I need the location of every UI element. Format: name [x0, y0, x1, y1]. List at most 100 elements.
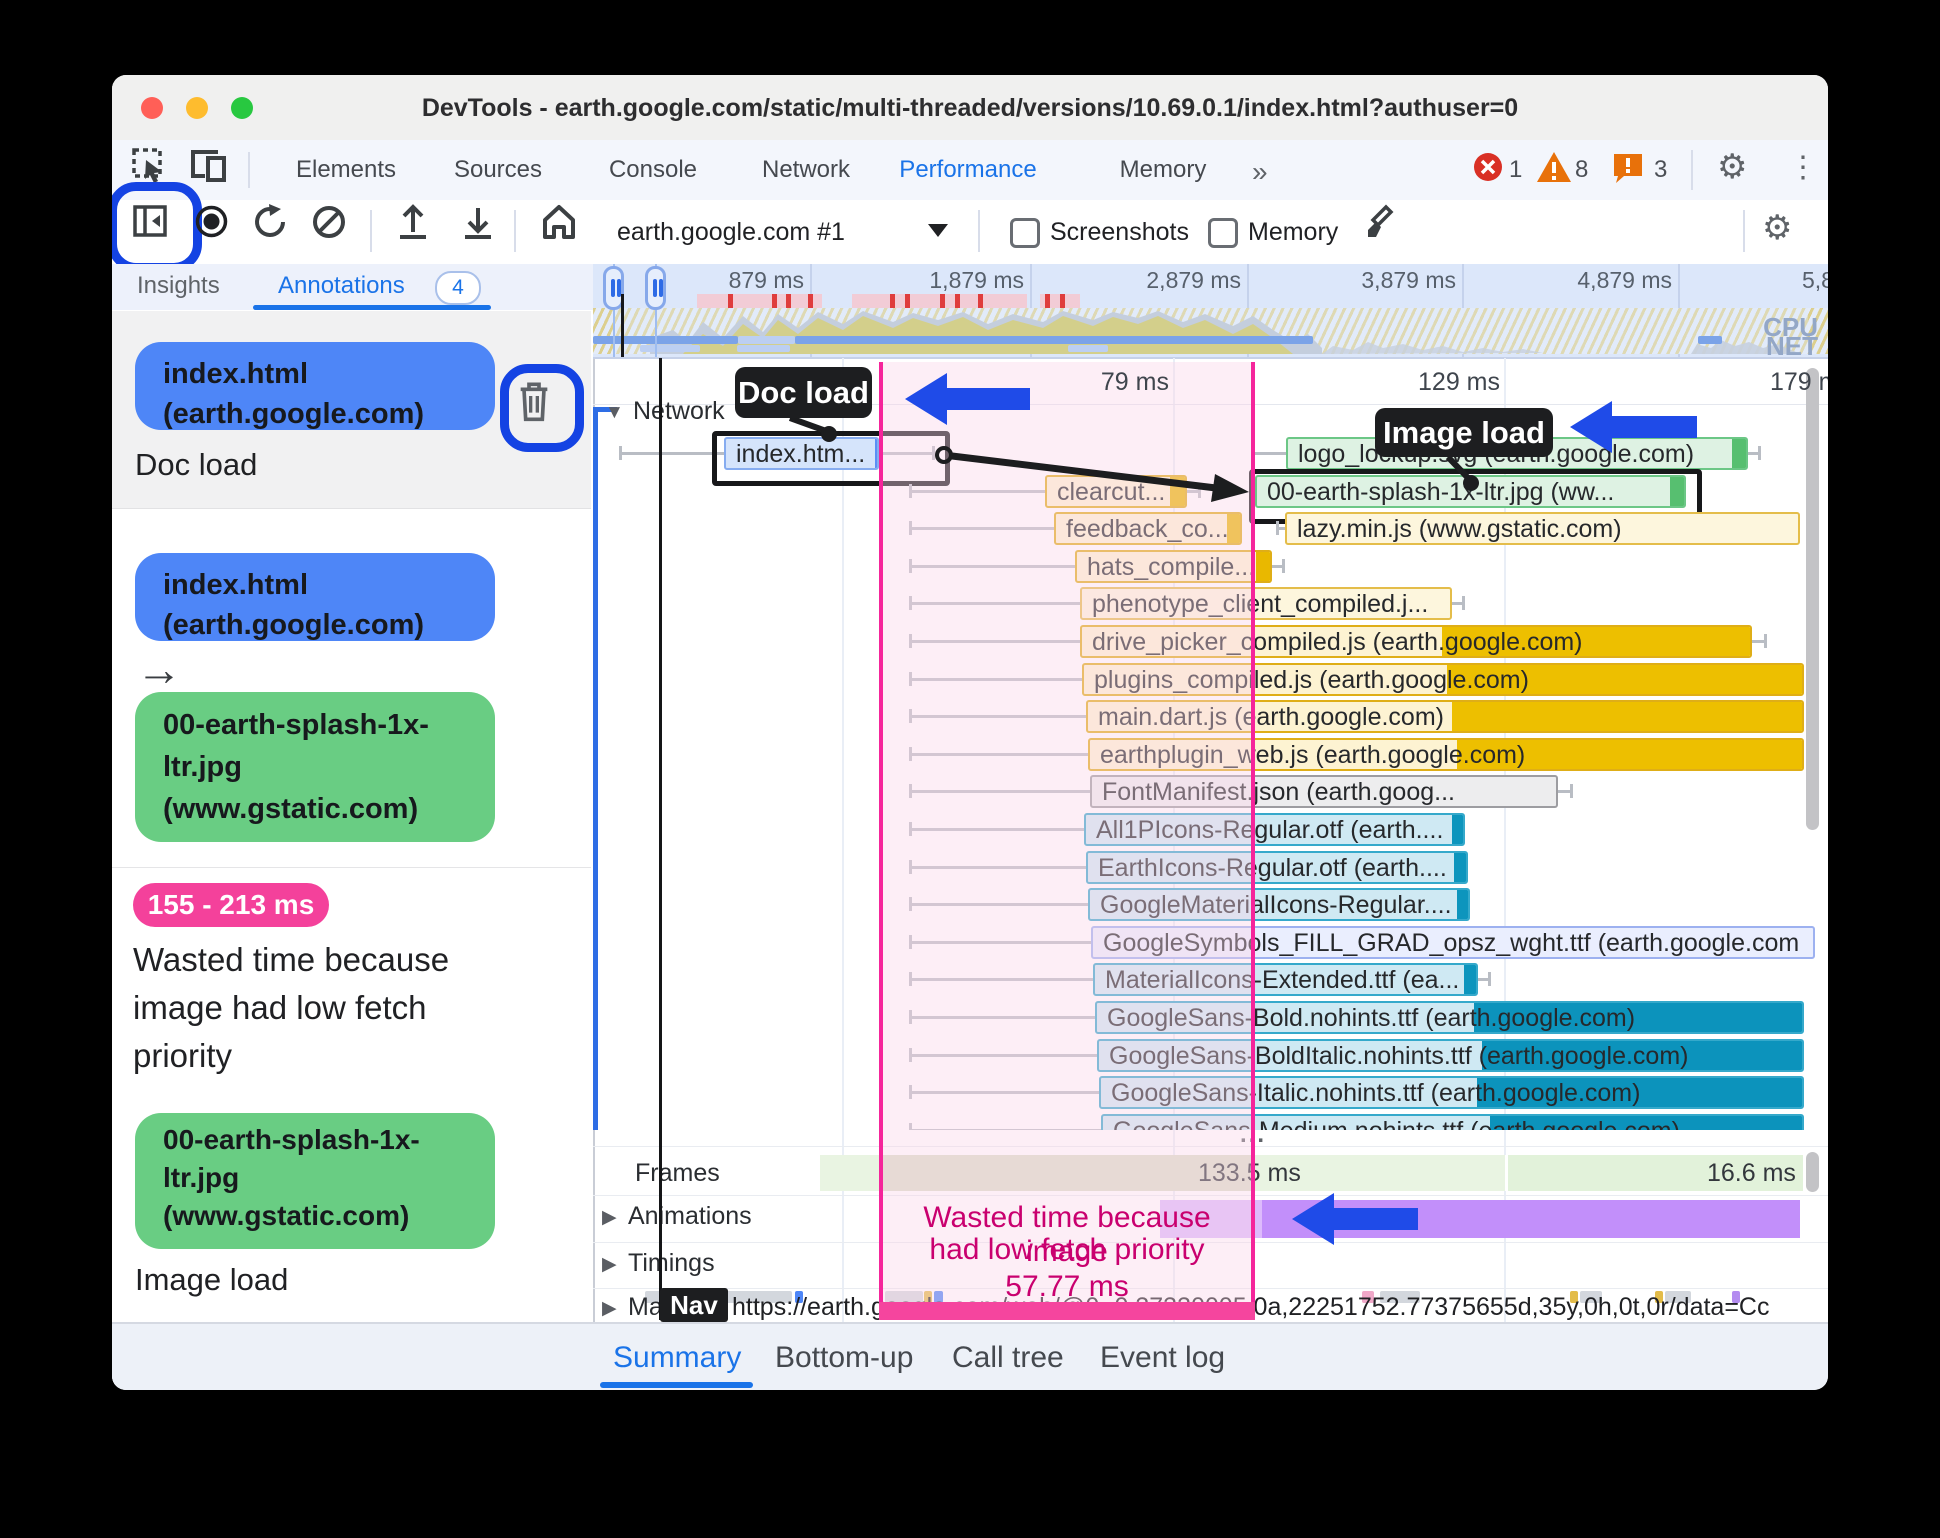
- request-whisker-cap: [619, 446, 622, 460]
- request-whisker-cap: [1488, 972, 1491, 987]
- selection-right-handle[interactable]: [645, 266, 666, 310]
- nav-marker: Nav: [660, 1288, 728, 1322]
- issues-badge-icon[interactable]: [1612, 152, 1644, 184]
- tab-annotations[interactable]: Annotations: [278, 272, 405, 300]
- long-task-mark: [978, 294, 983, 308]
- time-range-label-line2: had low fetch priority: [929, 1233, 1205, 1266]
- kebab-menu-icon[interactable]: ⋮: [1788, 150, 1818, 185]
- overview-tick-label: 3,879 ms: [1361, 267, 1456, 293]
- main-track-label[interactable]: Ma: [628, 1293, 663, 1322]
- request-tail-segment: [1454, 852, 1466, 882]
- details-tabbar: Summary Bottom-up Call tree Event log: [112, 1322, 1828, 1390]
- toolbar-divider: [370, 210, 372, 252]
- warning-count[interactable]: 8: [1575, 156, 1588, 184]
- annotation-entry-chip[interactable]: 00-earth-splash-1x- ltr.jpg (www.gstatic…: [135, 1113, 495, 1249]
- overview-dim-veil: [613, 308, 1808, 354]
- annotation-circle-sidebar-toggle: [112, 182, 202, 272]
- issues-count[interactable]: 3: [1654, 156, 1667, 184]
- download-profile-icon[interactable]: [461, 204, 495, 240]
- net-activity-segment: [737, 345, 790, 352]
- memory-label[interactable]: Memory: [1248, 218, 1338, 247]
- tab-sources[interactable]: Sources: [454, 156, 542, 184]
- home-icon[interactable]: [540, 203, 578, 241]
- toolbar-divider: [978, 210, 980, 252]
- frames-track-label[interactable]: Frames: [635, 1159, 720, 1188]
- upload-profile-icon[interactable]: [396, 204, 430, 240]
- frame-duration: 16.6 ms: [1707, 1159, 1796, 1187]
- overview-playhead: [621, 294, 624, 357]
- request-label: lazy.min.js (www.gstatic.com): [1297, 515, 1622, 544]
- animations-track-label[interactable]: Animations: [628, 1202, 752, 1231]
- capture-settings-gear-icon[interactable]: ⚙: [1762, 208, 1792, 248]
- time-range-annotation[interactable]: Wasted time because image had low fetch …: [879, 362, 1255, 1320]
- timeline-overview[interactable]: 879 ms 1,879 ms 2,879 ms 3,879 ms 4,879 ms 5,…: [593, 264, 1828, 359]
- timeline-playhead[interactable]: [659, 358, 662, 1320]
- timings-collapse-icon[interactable]: ▶: [602, 1253, 617, 1276]
- toolbar-divider: [1691, 150, 1693, 190]
- long-task-mark: [890, 294, 895, 308]
- network-request-bar[interactable]: lazy.min.js (www.gstatic.com): [1285, 512, 1800, 546]
- annotations-tab-underline: [253, 305, 491, 310]
- overview-tick-label: 879 ms: [728, 267, 804, 293]
- network-scrollbar-thumb[interactable]: [1806, 368, 1819, 830]
- long-task-mark: [905, 294, 910, 308]
- net-activity-segment: [795, 336, 1313, 344]
- clear-recording-icon[interactable]: [311, 204, 347, 240]
- devtools-window: DevTools - earth.google.com/static/multi…: [112, 75, 1828, 1390]
- doc-load-annotation-label[interactable]: Doc load: [735, 367, 872, 418]
- record-button-icon[interactable]: [195, 205, 228, 238]
- net-activity-segment: [738, 336, 795, 344]
- time-range-annotation-bar: [879, 1302, 1255, 1320]
- sidebar-tabbar: Insights Annotations 4: [112, 264, 593, 310]
- tab-memory[interactable]: Memory: [1120, 156, 1207, 184]
- inspect-element-icon[interactable]: [130, 146, 170, 186]
- more-tabs-button[interactable]: »: [1252, 156, 1268, 188]
- request-whisker: [619, 452, 724, 455]
- request-tail-segment: [1457, 890, 1468, 920]
- request-tail-segment: [1452, 815, 1463, 844]
- request-tail-segment: [1256, 551, 1270, 581]
- chevron-down-icon[interactable]: [928, 224, 948, 237]
- net-activity-segment: [1068, 345, 1108, 352]
- request-whisker-cap: [1758, 446, 1761, 460]
- long-task-band: [697, 294, 822, 308]
- error-count[interactable]: 1: [1509, 156, 1522, 184]
- long-task-mark: [772, 294, 777, 308]
- main-collapse-icon[interactable]: ▶: [602, 1297, 617, 1320]
- device-toolbar-icon[interactable]: [188, 148, 230, 184]
- performance-toolbar: earth.google.com #1 Screenshots Memory ⚙: [112, 182, 1828, 272]
- tab-console[interactable]: Console: [609, 156, 697, 184]
- request-whisker-cap: [1276, 521, 1279, 536]
- annotation-caption: Image load: [135, 1262, 289, 1297]
- tab-performance[interactable]: Performance: [899, 156, 1036, 184]
- long-task-mark: [728, 294, 733, 308]
- time-range-duration: 57.77 ms: [1005, 1270, 1129, 1303]
- warning-badge-icon[interactable]: [1536, 151, 1572, 183]
- animation-bar[interactable]: [1262, 1200, 1800, 1238]
- garbage-collect-icon[interactable]: [1364, 204, 1402, 242]
- tab-insights[interactable]: Insights: [137, 272, 220, 300]
- timings-track-label[interactable]: Timings: [628, 1249, 715, 1278]
- tab-network[interactable]: Network: [762, 156, 850, 184]
- time-ruler-label: 179 m: [1770, 368, 1828, 396]
- request-whisker-cap: [1282, 558, 1285, 573]
- screenshots-checkbox[interactable]: [1010, 218, 1040, 248]
- image-load-annotation-label[interactable]: Image load: [1375, 408, 1553, 457]
- request-whisker-cap: [1462, 596, 1465, 611]
- memory-checkbox[interactable]: [1208, 218, 1238, 248]
- reload-record-icon[interactable]: [253, 204, 289, 240]
- history-selector[interactable]: earth.google.com #1: [617, 218, 845, 247]
- tab-summary[interactable]: Summary: [613, 1341, 741, 1375]
- tab-elements[interactable]: Elements: [296, 156, 396, 184]
- annotations-count-badge: 4: [435, 271, 481, 305]
- frames-scrollbar-thumb[interactable]: [1806, 1152, 1819, 1192]
- net-band-label: NET: [1766, 331, 1818, 359]
- tab-bottom-up[interactable]: Bottom-up: [775, 1341, 913, 1375]
- tab-event-log[interactable]: Event log: [1100, 1341, 1225, 1375]
- animations-collapse-icon[interactable]: ▶: [602, 1206, 617, 1229]
- settings-gear-icon[interactable]: ⚙: [1717, 147, 1747, 187]
- window-title: DevTools - earth.google.com/static/multi…: [421, 94, 1519, 122]
- tab-call-tree[interactable]: Call tree: [952, 1341, 1064, 1375]
- error-badge-icon[interactable]: [1473, 152, 1503, 182]
- screenshots-label[interactable]: Screenshots: [1050, 218, 1189, 247]
